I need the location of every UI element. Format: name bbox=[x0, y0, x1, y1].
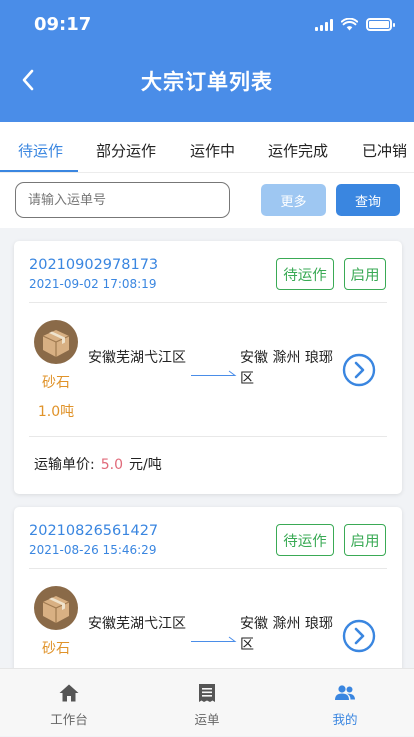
status-tag[interactable]: 待运作 bbox=[276, 524, 334, 556]
order-time: 2021-08-26 15:46:29 bbox=[29, 543, 157, 557]
tab-completed[interactable]: 运作完成 bbox=[268, 140, 328, 161]
tab-pending[interactable]: 待运作 bbox=[18, 140, 63, 161]
users-icon bbox=[335, 685, 355, 700]
goods-quantity: 1.0吨 bbox=[37, 404, 75, 420]
tab-partial[interactable]: 部分运作 bbox=[96, 140, 156, 161]
destination-address: 安徽 滁州 琅琊区 bbox=[240, 350, 333, 387]
order-time: 2021-09-02 17:08:19 bbox=[29, 277, 157, 291]
page-title: 大宗订单列表 bbox=[141, 70, 273, 94]
package-icon bbox=[34, 586, 78, 630]
goods-name: 砂石 bbox=[42, 375, 70, 391]
header: 09:17 大宗订单列表 bbox=[0, 0, 414, 122]
tabbar-label: 我的 bbox=[332, 712, 358, 727]
divider bbox=[29, 302, 387, 303]
tabbar-item-waybill[interactable]: 运单 bbox=[138, 669, 276, 737]
status-bar: 09:17 bbox=[0, 0, 414, 50]
price-label: 运输单价: bbox=[34, 457, 95, 473]
order-number-input[interactable] bbox=[15, 182, 230, 218]
arrow-right-icon bbox=[191, 636, 237, 642]
arrow-right-icon bbox=[191, 370, 237, 376]
battery-icon bbox=[366, 18, 395, 31]
enable-tag[interactable]: 启用 bbox=[344, 258, 386, 290]
origin-address: 安徽芜湖弋江区 bbox=[88, 350, 186, 366]
divider bbox=[29, 436, 387, 437]
signal-icon bbox=[315, 18, 333, 31]
more-button[interactable]: 更多 bbox=[261, 184, 326, 216]
enable-tag[interactable]: 启用 bbox=[344, 524, 386, 556]
price-value: 5.0 bbox=[100, 457, 123, 473]
search-bar: 更多 查询 bbox=[0, 172, 414, 228]
status-tabs: 待运作 部分运作 运作中 运作完成 已冲销 bbox=[0, 122, 414, 172]
tabbar-item-workbench[interactable]: 工作台 bbox=[0, 669, 138, 737]
destination-address: 安徽 滁州 琅琊区 bbox=[240, 616, 333, 653]
tabbar-item-mine[interactable]: 我的 bbox=[276, 669, 414, 737]
order-number: 20210902978173 bbox=[29, 257, 159, 273]
chevron-right-circle-icon[interactable] bbox=[342, 619, 376, 653]
divider bbox=[29, 568, 387, 569]
origin-address: 安徽芜湖弋江区 bbox=[88, 616, 186, 632]
price-unit: 元/吨 bbox=[128, 457, 162, 473]
order-number: 20210826561427 bbox=[29, 523, 159, 539]
status-tag[interactable]: 待运作 bbox=[276, 258, 334, 290]
package-icon bbox=[34, 320, 78, 364]
tab-in-progress[interactable]: 运作中 bbox=[190, 140, 235, 161]
query-button[interactable]: 查询 bbox=[336, 184, 400, 216]
status-icons bbox=[315, 18, 395, 31]
order-card[interactable]: 20210902978173 2021-09-02 17:08:19 待运作 启… bbox=[14, 241, 402, 494]
tabbar-label: 工作台 bbox=[50, 712, 88, 727]
home-icon bbox=[59, 684, 79, 702]
tabbar-label: 运单 bbox=[194, 712, 220, 727]
price-row: 运输单价: 5.0 元/吨 bbox=[34, 454, 162, 474]
status-time: 09:17 bbox=[34, 14, 92, 35]
goods-name: 砂石 bbox=[42, 641, 70, 657]
chevron-right-circle-icon[interactable] bbox=[342, 353, 376, 387]
receipt-icon bbox=[199, 684, 215, 702]
bottom-tab-bar: 工作台 运单 我的 bbox=[0, 668, 414, 736]
wifi-icon bbox=[341, 18, 358, 31]
tab-reversed[interactable]: 已冲销 bbox=[362, 140, 407, 161]
